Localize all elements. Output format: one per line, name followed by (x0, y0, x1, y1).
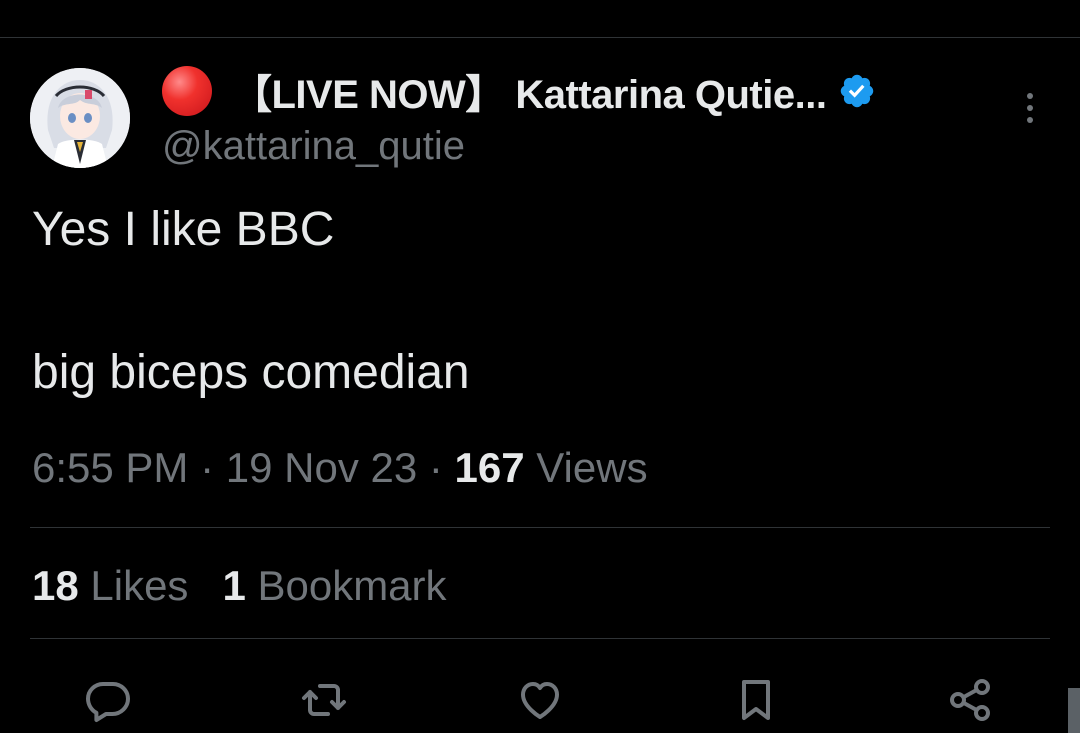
tweet-meta: 6:55 PM · 19 Nov 23 · 167 Views (32, 444, 648, 492)
red-circle-emoji (162, 66, 212, 116)
divider (30, 527, 1050, 528)
reply-button[interactable] (82, 676, 134, 724)
avatar-image (30, 68, 130, 168)
heart-icon (521, 682, 559, 719)
likes-label: Likes (78, 562, 189, 609)
author-handle[interactable]: @kattarina_qutie (162, 124, 465, 169)
bookmarks-label: Bookmark (245, 562, 447, 609)
like-button[interactable] (514, 676, 566, 724)
bookmarks-count: 1 (222, 562, 246, 609)
views-label: Views (524, 444, 648, 491)
likes-stat[interactable]: 18 Likes (32, 562, 188, 609)
tweet-time[interactable]: 6:55 PM (32, 444, 188, 491)
scrollbar-thumb[interactable] (1068, 688, 1080, 733)
tweet-text-line-1: Yes I like BBC (32, 203, 335, 256)
share-icon (950, 679, 990, 721)
repost-button[interactable] (298, 676, 350, 724)
top-divider (0, 37, 1080, 38)
likes-count: 18 (32, 562, 79, 609)
verified-badge-icon[interactable] (838, 72, 876, 110)
share-button[interactable] (944, 676, 996, 724)
bookmarks-stat[interactable]: 1 Bookmark (222, 562, 446, 609)
bookmark-button[interactable] (730, 676, 782, 724)
divider (30, 638, 1050, 639)
reply-icon (86, 682, 130, 722)
avatar[interactable] (30, 68, 130, 168)
repost-icon (302, 684, 346, 716)
author-name-row[interactable]: 【LIVE NOW】 Kattarina Qutie... (162, 64, 876, 118)
engagement-stats: 18 Likes 1 Bookmark (32, 562, 447, 610)
display-name[interactable]: 【LIVE NOW】 Kattarina Qutie... (232, 62, 827, 120)
tweet-date[interactable]: 19 Nov 23 (226, 444, 417, 491)
meta-separator: · (188, 444, 226, 491)
tweet-text-line-2: big biceps comedian (32, 346, 470, 399)
meta-separator: · (417, 444, 455, 491)
bookmark-icon (742, 680, 770, 720)
more-options-icon[interactable] (1018, 90, 1042, 126)
views-count: 167 (454, 444, 525, 491)
